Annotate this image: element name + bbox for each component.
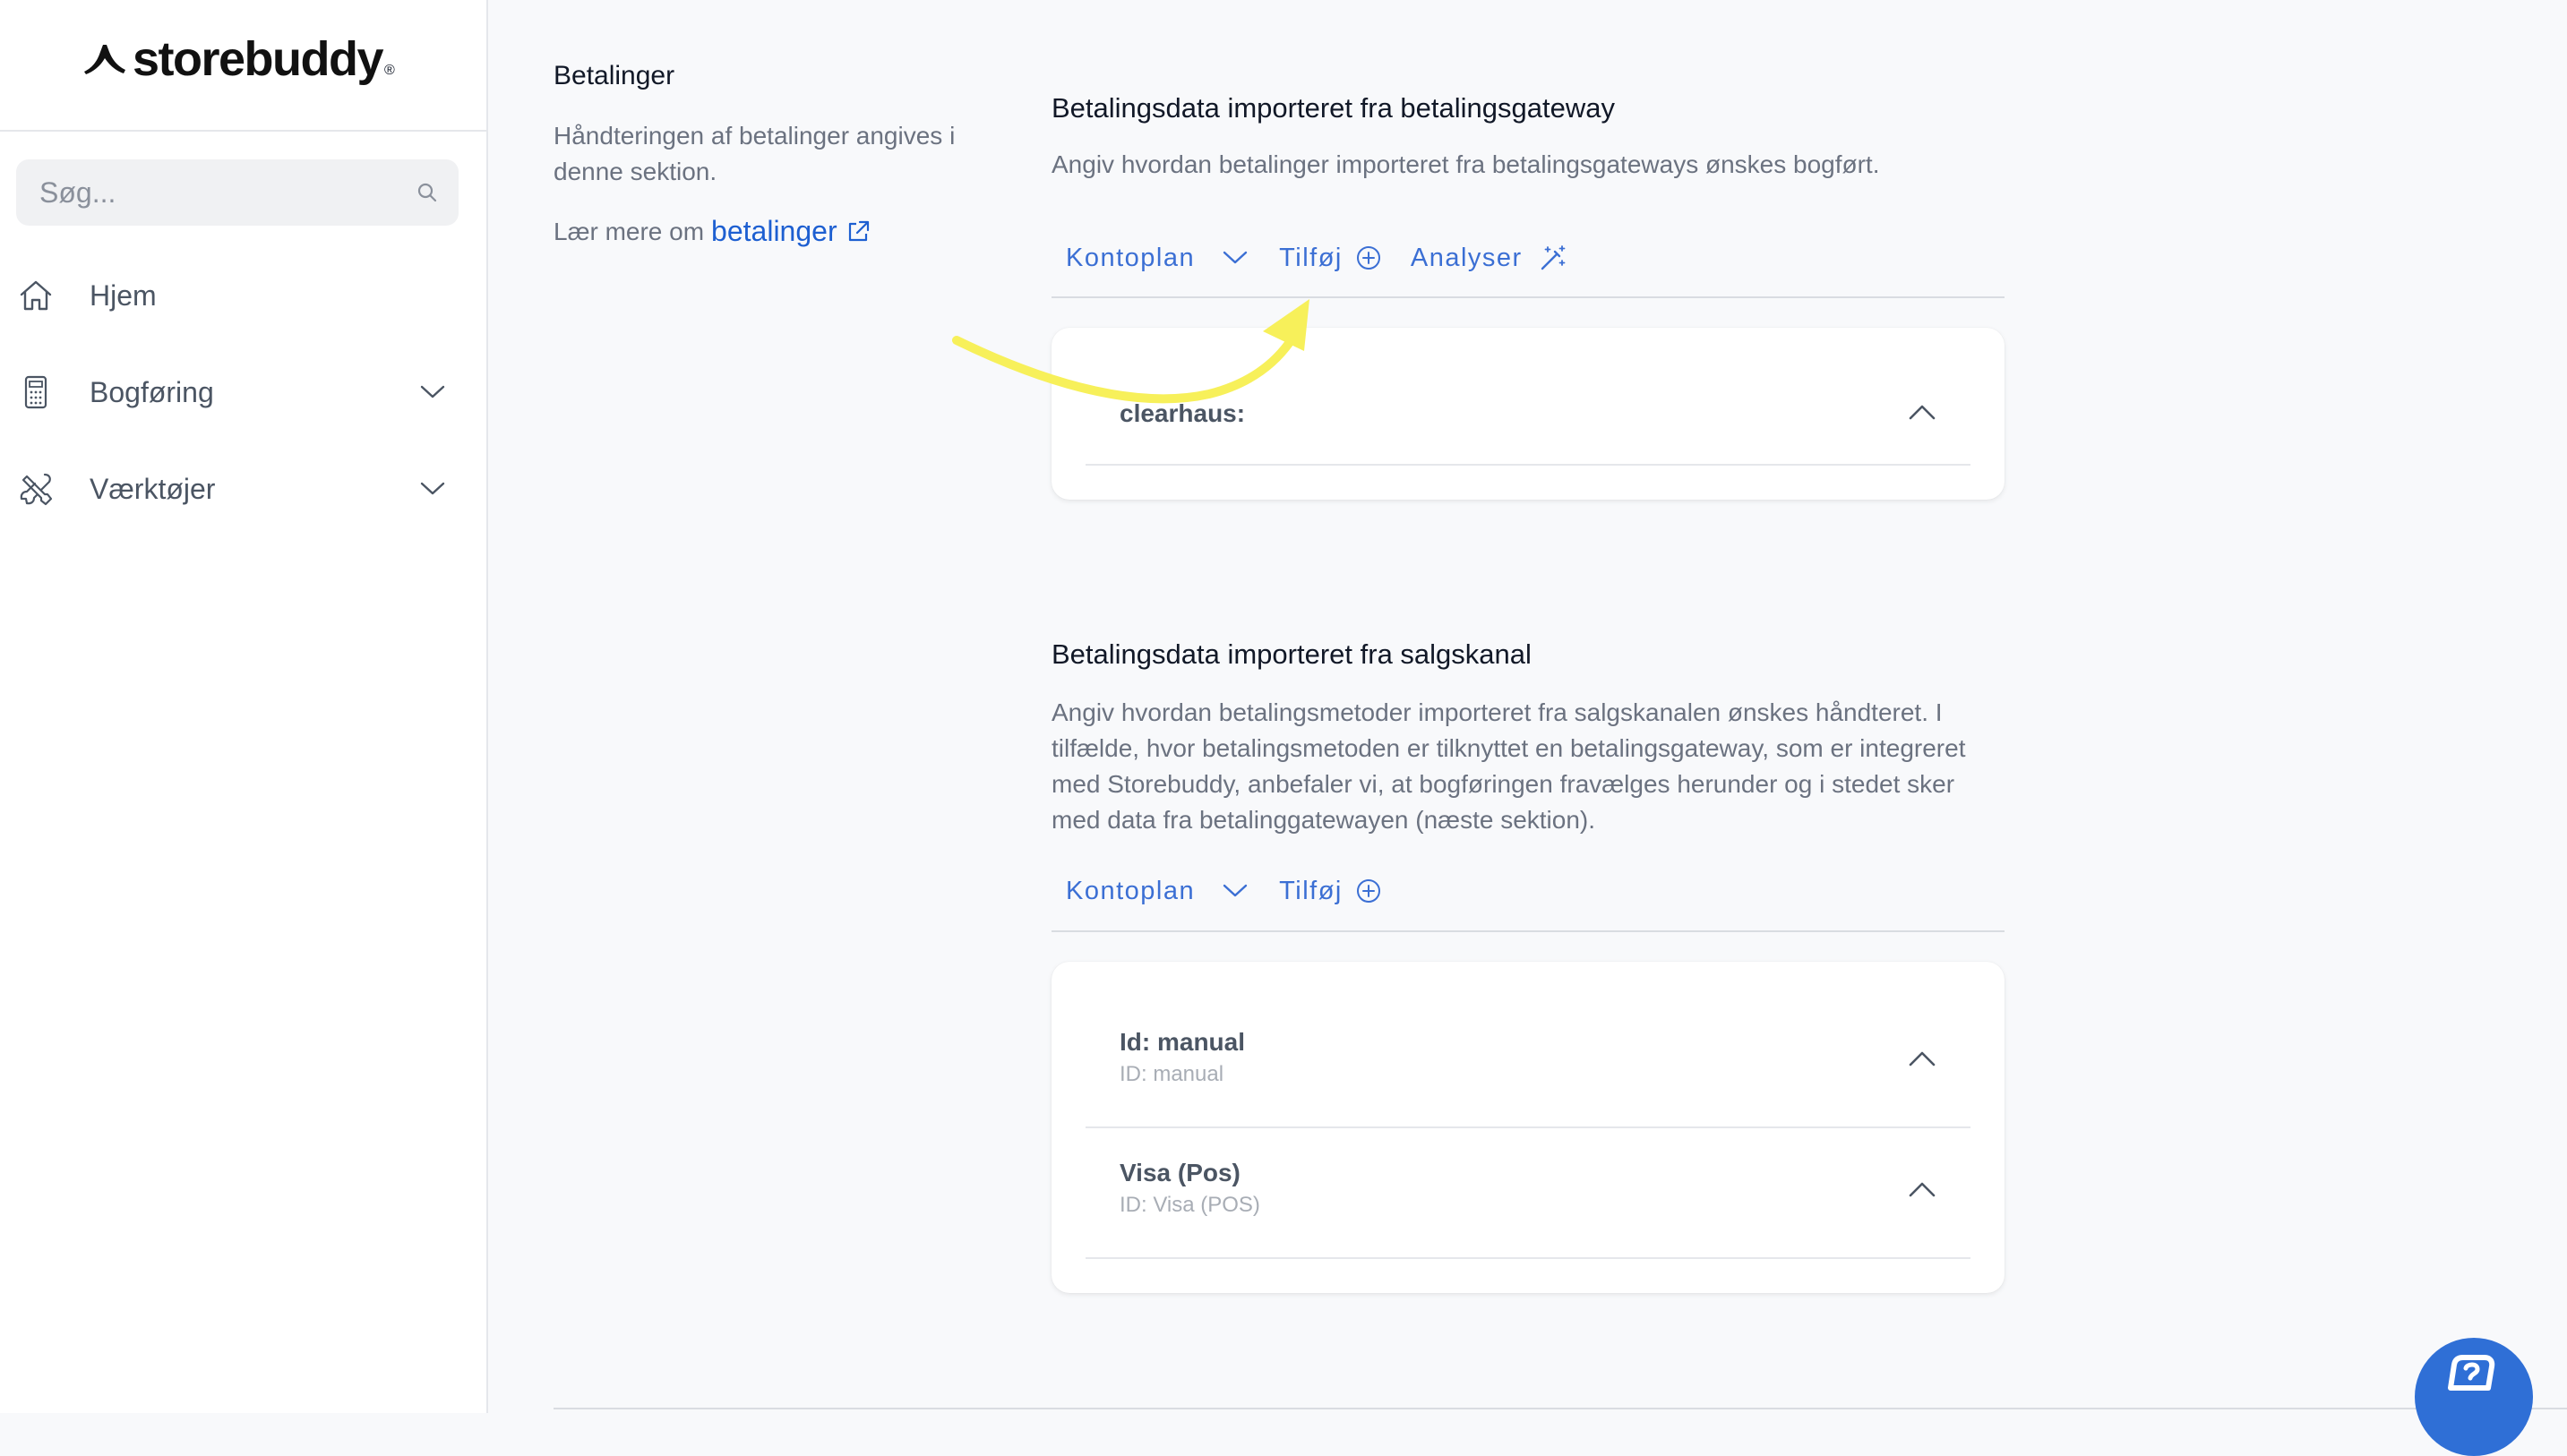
help-button[interactable] bbox=[2415, 1338, 2533, 1456]
nav-label-bogforing: Bogføring bbox=[90, 375, 214, 408]
nav-item-hjem[interactable]: Hjem bbox=[16, 262, 459, 329]
magic-wand-icon bbox=[1541, 245, 1566, 270]
brand-name: storebuddy bbox=[133, 32, 384, 86]
section-title: Betalinger bbox=[554, 61, 675, 90]
search-box bbox=[16, 159, 459, 226]
kontoplan-label: Kontoplan bbox=[1066, 243, 1196, 272]
saleschannel-item-subtitle: ID: manual bbox=[1120, 1062, 1224, 1086]
chevron-down-icon[interactable] bbox=[419, 481, 446, 497]
learn-more: Lær mere om betalinger bbox=[554, 215, 871, 248]
saleschannel-item-title: Visa (Pos) bbox=[1120, 1159, 1241, 1186]
saleschannel-item-subtitle: ID: Visa (POS) bbox=[1120, 1193, 1260, 1217]
chevron-up-icon[interactable] bbox=[1908, 1180, 1936, 1198]
annotation-arrow-icon bbox=[952, 299, 1309, 404]
chevron-down-icon bbox=[1223, 884, 1248, 897]
search-icon[interactable] bbox=[416, 181, 439, 204]
chevron-down-icon bbox=[1223, 251, 1248, 264]
tools-icon bbox=[20, 473, 53, 506]
content-divider bbox=[554, 1408, 2567, 1409]
analyze-label: Analyser bbox=[1410, 243, 1523, 272]
kontoplan-label: Kontoplan bbox=[1066, 876, 1196, 905]
learn-more-link[interactable]: betalinger bbox=[711, 215, 837, 248]
help-icon bbox=[2448, 1355, 2495, 1391]
nav-label-vaerktojer: Værktøjer bbox=[90, 472, 216, 505]
saleschannel-add-button[interactable]: Tilføj bbox=[1279, 877, 1382, 906]
chevron-up-icon[interactable] bbox=[1908, 1049, 1936, 1067]
brand-logo[interactable]: storebuddy ® bbox=[82, 30, 395, 88]
nav-item-bogforing[interactable]: Bogføring bbox=[16, 359, 459, 425]
chevron-down-icon[interactable] bbox=[419, 384, 446, 400]
saleschannel-item-title: Id: manual bbox=[1120, 1028, 1246, 1056]
sidebar-divider bbox=[0, 130, 486, 132]
saleschannel-description: Angiv hvordan betalingsmetoder importere… bbox=[1052, 698, 1966, 834]
list-item[interactable]: Id: manual ID: manual bbox=[1086, 962, 1970, 1128]
add-label: Tilføj bbox=[1279, 243, 1343, 272]
gateway-analyze-button[interactable]: Analyser bbox=[1411, 244, 1567, 273]
plus-circle-icon bbox=[1356, 246, 1380, 270]
sidebar: storebuddy ® Hjem Bogføring bbox=[0, 0, 488, 1413]
gateway-toolbar: Kontoplan Tilføj Analyser bbox=[1066, 240, 1567, 276]
saleschannel-divider bbox=[1052, 930, 2005, 932]
gateway-title: Betalingsdata importeret fra betalingsga… bbox=[1052, 92, 1615, 124]
learn-more-prefix: Lær mere om bbox=[554, 217, 705, 245]
nav-label-hjem: Hjem bbox=[90, 278, 157, 312]
list-item[interactable]: Visa (Pos) ID: Visa (POS) bbox=[1086, 1128, 1970, 1259]
brand-trademark: ® bbox=[384, 63, 395, 78]
calculator-icon bbox=[24, 375, 47, 409]
search-input[interactable] bbox=[38, 175, 417, 210]
add-label: Tilføj bbox=[1279, 876, 1343, 905]
gateway-add-button[interactable]: Tilføj bbox=[1279, 244, 1382, 273]
home-icon bbox=[20, 280, 52, 311]
nav-item-vaerktojer[interactable]: Værktøjer bbox=[16, 456, 459, 522]
saleschannel-title: Betalingsdata importeret fra salgskanal bbox=[1052, 638, 1532, 670]
external-link-icon[interactable] bbox=[845, 218, 871, 245]
gateway-description: Angiv hvordan betalinger importeret fra … bbox=[1052, 150, 1880, 178]
plus-circle-icon bbox=[1356, 879, 1380, 903]
gateway-kontoplan-button[interactable]: Kontoplan bbox=[1066, 244, 1249, 273]
chevron-up-icon[interactable] bbox=[1908, 403, 1936, 421]
section-description: Håndteringen af betalinger angives i den… bbox=[554, 122, 956, 185]
saleschannel-card: Id: manual ID: manual Visa (Pos) ID: Vis… bbox=[1052, 962, 2005, 1293]
storebuddy-logo-icon bbox=[84, 45, 125, 74]
saleschannel-toolbar: Kontoplan Tilføj bbox=[1066, 873, 1382, 909]
saleschannel-kontoplan-button[interactable]: Kontoplan bbox=[1066, 877, 1249, 906]
